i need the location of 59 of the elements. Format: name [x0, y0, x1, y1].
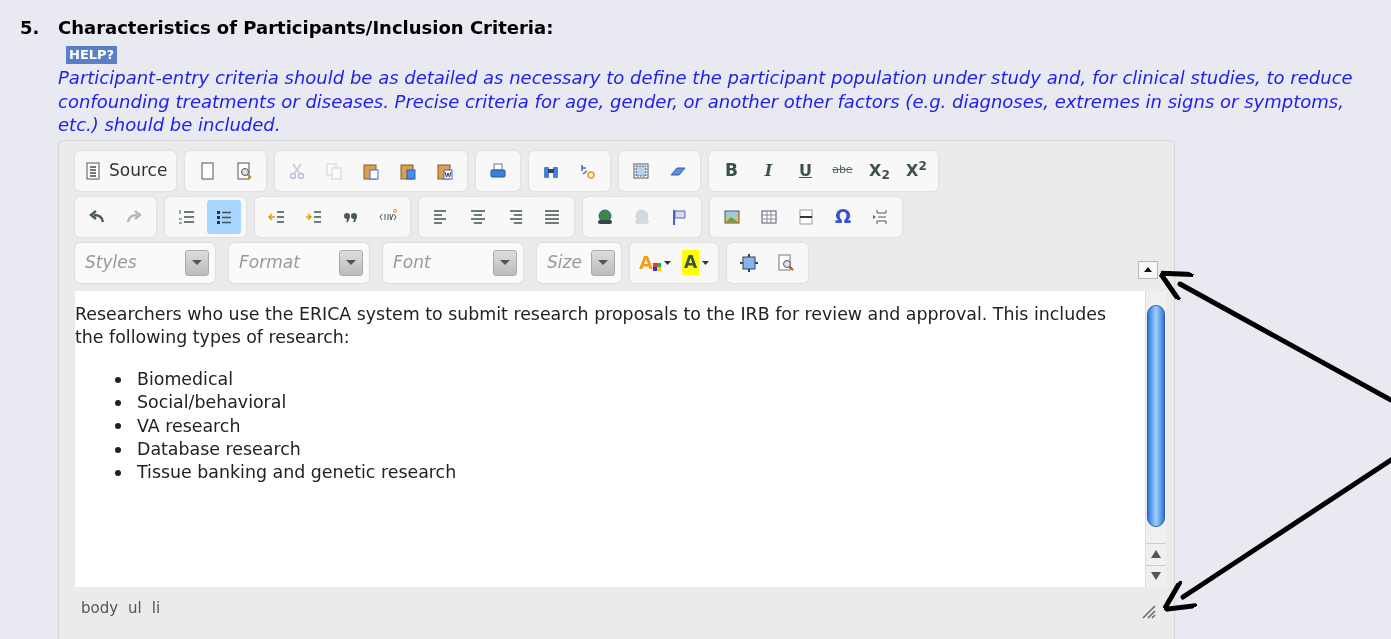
up-triangle-icon — [1144, 267, 1152, 272]
special-character-button[interactable]: Ω — [826, 199, 860, 234]
caret-icon — [663, 260, 671, 265]
list-item: Biomedical — [137, 368, 233, 392]
scrollbar-thumb[interactable] — [1147, 304, 1165, 527]
resize-handle-icon[interactable] — [1140, 602, 1156, 619]
instructions-text: Participant-entry criteria should be as detailed as necessary to define the participant population under study and, for clinical studies, to reduce confounding treatments or diseases. Precise criteria for age, gender, or another other factors (e.g. diagnoses, extremes in signs or symptoms, etc.) should be included. — [58, 66, 1354, 137]
bullet-icon — [115, 376, 121, 383]
subscript-button[interactable]: X$_{2}$ — [862, 153, 897, 188]
maximize-icon — [740, 253, 759, 272]
scissors-icon — [288, 161, 307, 180]
globe-link-icon — [596, 207, 614, 226]
flag-icon — [670, 207, 688, 226]
question-title: Characteristics of Participants/Inclusion Criteria: — [58, 16, 554, 40]
globe-link-icon — [633, 207, 651, 226]
down-triangle-icon — [1151, 572, 1161, 580]
element-path-link[interactable]: ul — [128, 596, 142, 619]
select-all-icon — [632, 161, 651, 180]
element-path-link[interactable]: body — [81, 596, 119, 619]
bullet-icon — [115, 469, 121, 476]
page-break-icon — [871, 207, 889, 226]
list-item: VA research — [137, 414, 241, 438]
blank-page-icon — [198, 161, 217, 180]
magnifier-page-icon — [777, 253, 796, 272]
numbered-list-icon — [178, 207, 196, 226]
image-icon — [723, 207, 741, 226]
element-path-link[interactable]: li — [151, 596, 161, 619]
align-center-icon — [469, 207, 487, 226]
scrollbar[interactable] — [1145, 290, 1166, 587]
table-icon — [760, 207, 778, 226]
strikethrough-button[interactable]: abe — [825, 153, 860, 188]
list-item: Social/behavioral — [137, 391, 287, 415]
justify-icon — [543, 207, 561, 226]
bullet-icon — [115, 446, 121, 453]
list-item: Database research — [137, 438, 301, 461]
clipboard-icon — [436, 161, 455, 180]
up-triangle-icon — [1151, 550, 1161, 558]
copy-icon — [325, 161, 344, 180]
magnifier-page-icon — [235, 161, 254, 180]
clipboard-icon — [362, 161, 381, 180]
clipboard-icon — [399, 161, 418, 180]
bullet-icon — [115, 400, 121, 407]
document-icon — [84, 161, 102, 180]
caret-icon — [702, 260, 710, 265]
body-paragraph: Researchers who use the ERICA system to submit research proposals to the IRB for review and approval. This includes the following types of research: — [75, 302, 1107, 349]
underline-button[interactable]: U — [788, 153, 823, 188]
collapse-toolbar-button[interactable] — [1138, 260, 1158, 279]
printer-icon — [489, 161, 508, 180]
italic-button[interactable]: I — [751, 153, 786, 188]
bold-button[interactable]: B — [714, 153, 749, 188]
color-squares-icon — [652, 262, 661, 271]
background-color-button[interactable]: A — [677, 245, 714, 280]
superscript-button[interactable]: X$^{2}$ — [899, 153, 934, 188]
help-link[interactable]: HELP? — [66, 46, 118, 64]
question-number: 5. — [20, 16, 41, 40]
list-item: Tissue banking and genetic research — [137, 461, 457, 485]
content-area[interactable] — [75, 290, 1145, 587]
bullet-icon — [115, 423, 121, 430]
bulleted-button[interactable] — [207, 199, 241, 234]
